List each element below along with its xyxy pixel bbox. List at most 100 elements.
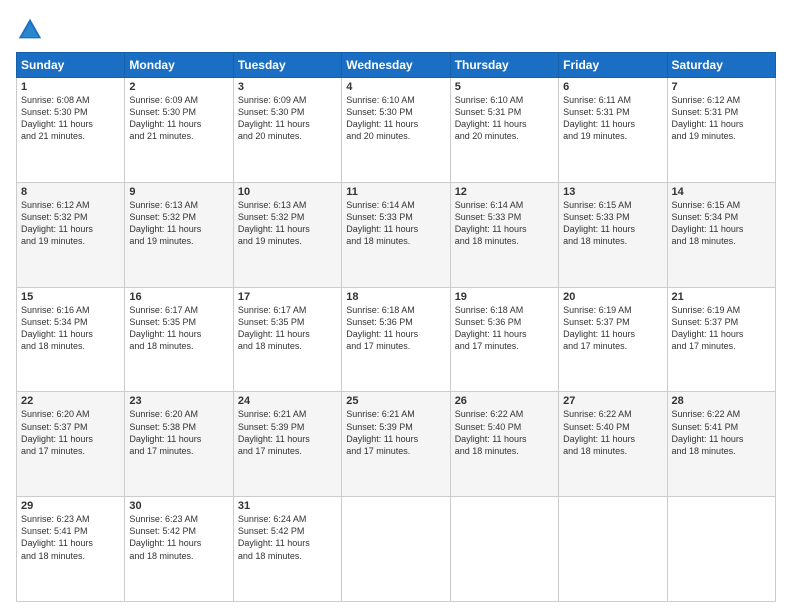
calendar-table: SundayMondayTuesdayWednesdayThursdayFrid… [16,52,776,602]
calendar-day-cell: 9 Sunrise: 6:13 AMSunset: 5:32 PMDayligh… [125,182,233,287]
day-number: 12 [455,186,554,198]
day-info: Sunrise: 6:08 AMSunset: 5:30 PMDaylight:… [21,95,93,141]
day-number: 11 [346,186,445,198]
calendar-header-row: SundayMondayTuesdayWednesdayThursdayFrid… [17,53,776,78]
calendar-day-cell: 27 Sunrise: 6:22 AMSunset: 5:40 PMDaylig… [559,392,667,497]
calendar-day-cell: 20 Sunrise: 6:19 AMSunset: 5:37 PMDaylig… [559,287,667,392]
day-info: Sunrise: 6:20 AMSunset: 5:38 PMDaylight:… [129,409,201,455]
day-info: Sunrise: 6:16 AMSunset: 5:34 PMDaylight:… [21,305,93,351]
calendar-day-cell: 10 Sunrise: 6:13 AMSunset: 5:32 PMDaylig… [233,182,341,287]
calendar-day-cell: 19 Sunrise: 6:18 AMSunset: 5:36 PMDaylig… [450,287,558,392]
calendar-day-cell: 6 Sunrise: 6:11 AMSunset: 5:31 PMDayligh… [559,78,667,183]
day-number: 9 [129,186,228,198]
day-number: 20 [563,291,662,303]
header [16,16,776,44]
day-info: Sunrise: 6:13 AMSunset: 5:32 PMDaylight:… [238,200,310,246]
day-info: Sunrise: 6:17 AMSunset: 5:35 PMDaylight:… [129,305,201,351]
calendar-day-header: Tuesday [233,53,341,78]
calendar-day-cell: 8 Sunrise: 6:12 AMSunset: 5:32 PMDayligh… [17,182,125,287]
day-number: 8 [21,186,120,198]
day-info: Sunrise: 6:22 AMSunset: 5:41 PMDaylight:… [672,409,744,455]
calendar-day-header: Monday [125,53,233,78]
day-number: 5 [455,81,554,93]
day-info: Sunrise: 6:22 AMSunset: 5:40 PMDaylight:… [455,409,527,455]
calendar-day-cell: 11 Sunrise: 6:14 AMSunset: 5:33 PMDaylig… [342,182,450,287]
calendar-day-cell: 26 Sunrise: 6:22 AMSunset: 5:40 PMDaylig… [450,392,558,497]
day-number: 10 [238,186,337,198]
calendar-day-cell: 23 Sunrise: 6:20 AMSunset: 5:38 PMDaylig… [125,392,233,497]
day-number: 15 [21,291,120,303]
day-number: 25 [346,395,445,407]
day-number: 26 [455,395,554,407]
day-info: Sunrise: 6:19 AMSunset: 5:37 PMDaylight:… [672,305,744,351]
calendar-day-cell: 31 Sunrise: 6:24 AMSunset: 5:42 PMDaylig… [233,497,341,602]
calendar-day-header: Saturday [667,53,775,78]
calendar-day-cell: 25 Sunrise: 6:21 AMSunset: 5:39 PMDaylig… [342,392,450,497]
day-info: Sunrise: 6:18 AMSunset: 5:36 PMDaylight:… [455,305,527,351]
calendar-day-cell: 18 Sunrise: 6:18 AMSunset: 5:36 PMDaylig… [342,287,450,392]
day-number: 17 [238,291,337,303]
calendar-day-cell [667,497,775,602]
day-number: 22 [21,395,120,407]
day-number: 30 [129,500,228,512]
calendar-day-cell [450,497,558,602]
day-number: 28 [672,395,771,407]
calendar-day-cell: 7 Sunrise: 6:12 AMSunset: 5:31 PMDayligh… [667,78,775,183]
day-number: 27 [563,395,662,407]
day-number: 13 [563,186,662,198]
day-info: Sunrise: 6:23 AMSunset: 5:42 PMDaylight:… [129,514,201,560]
day-number: 24 [238,395,337,407]
day-info: Sunrise: 6:13 AMSunset: 5:32 PMDaylight:… [129,200,201,246]
day-number: 14 [672,186,771,198]
calendar-body: 1 Sunrise: 6:08 AMSunset: 5:30 PMDayligh… [17,78,776,602]
day-info: Sunrise: 6:23 AMSunset: 5:41 PMDaylight:… [21,514,93,560]
calendar-week-row: 22 Sunrise: 6:20 AMSunset: 5:37 PMDaylig… [17,392,776,497]
day-number: 7 [672,81,771,93]
day-number: 29 [21,500,120,512]
day-number: 16 [129,291,228,303]
calendar-day-cell: 17 Sunrise: 6:17 AMSunset: 5:35 PMDaylig… [233,287,341,392]
calendar-day-cell: 30 Sunrise: 6:23 AMSunset: 5:42 PMDaylig… [125,497,233,602]
day-number: 31 [238,500,337,512]
day-info: Sunrise: 6:22 AMSunset: 5:40 PMDaylight:… [563,409,635,455]
logo [16,16,48,44]
day-info: Sunrise: 6:11 AMSunset: 5:31 PMDaylight:… [563,95,635,141]
day-number: 19 [455,291,554,303]
calendar-day-cell: 21 Sunrise: 6:19 AMSunset: 5:37 PMDaylig… [667,287,775,392]
calendar-day-cell: 5 Sunrise: 6:10 AMSunset: 5:31 PMDayligh… [450,78,558,183]
calendar-day-cell: 22 Sunrise: 6:20 AMSunset: 5:37 PMDaylig… [17,392,125,497]
day-number: 23 [129,395,228,407]
day-info: Sunrise: 6:20 AMSunset: 5:37 PMDaylight:… [21,409,93,455]
day-number: 4 [346,81,445,93]
calendar-week-row: 15 Sunrise: 6:16 AMSunset: 5:34 PMDaylig… [17,287,776,392]
day-number: 2 [129,81,228,93]
day-number: 21 [672,291,771,303]
day-number: 1 [21,81,120,93]
calendar-day-cell [559,497,667,602]
day-info: Sunrise: 6:10 AMSunset: 5:31 PMDaylight:… [455,95,527,141]
calendar-day-header: Wednesday [342,53,450,78]
calendar-day-cell: 12 Sunrise: 6:14 AMSunset: 5:33 PMDaylig… [450,182,558,287]
calendar-day-header: Friday [559,53,667,78]
day-info: Sunrise: 6:19 AMSunset: 5:37 PMDaylight:… [563,305,635,351]
day-info: Sunrise: 6:14 AMSunset: 5:33 PMDaylight:… [455,200,527,246]
day-info: Sunrise: 6:15 AMSunset: 5:34 PMDaylight:… [672,200,744,246]
calendar-day-cell: 1 Sunrise: 6:08 AMSunset: 5:30 PMDayligh… [17,78,125,183]
calendar-day-cell: 14 Sunrise: 6:15 AMSunset: 5:34 PMDaylig… [667,182,775,287]
calendar-day-cell: 29 Sunrise: 6:23 AMSunset: 5:41 PMDaylig… [17,497,125,602]
calendar-day-cell: 2 Sunrise: 6:09 AMSunset: 5:30 PMDayligh… [125,78,233,183]
calendar-day-cell: 16 Sunrise: 6:17 AMSunset: 5:35 PMDaylig… [125,287,233,392]
calendar-week-row: 8 Sunrise: 6:12 AMSunset: 5:32 PMDayligh… [17,182,776,287]
day-info: Sunrise: 6:15 AMSunset: 5:33 PMDaylight:… [563,200,635,246]
day-info: Sunrise: 6:09 AMSunset: 5:30 PMDaylight:… [129,95,201,141]
calendar-day-cell: 28 Sunrise: 6:22 AMSunset: 5:41 PMDaylig… [667,392,775,497]
day-number: 18 [346,291,445,303]
calendar-day-cell: 4 Sunrise: 6:10 AMSunset: 5:30 PMDayligh… [342,78,450,183]
day-info: Sunrise: 6:21 AMSunset: 5:39 PMDaylight:… [346,409,418,455]
day-info: Sunrise: 6:24 AMSunset: 5:42 PMDaylight:… [238,514,310,560]
day-number: 6 [563,81,662,93]
day-info: Sunrise: 6:10 AMSunset: 5:30 PMDaylight:… [346,95,418,141]
calendar-day-cell: 24 Sunrise: 6:21 AMSunset: 5:39 PMDaylig… [233,392,341,497]
calendar-week-row: 29 Sunrise: 6:23 AMSunset: 5:41 PMDaylig… [17,497,776,602]
day-info: Sunrise: 6:18 AMSunset: 5:36 PMDaylight:… [346,305,418,351]
